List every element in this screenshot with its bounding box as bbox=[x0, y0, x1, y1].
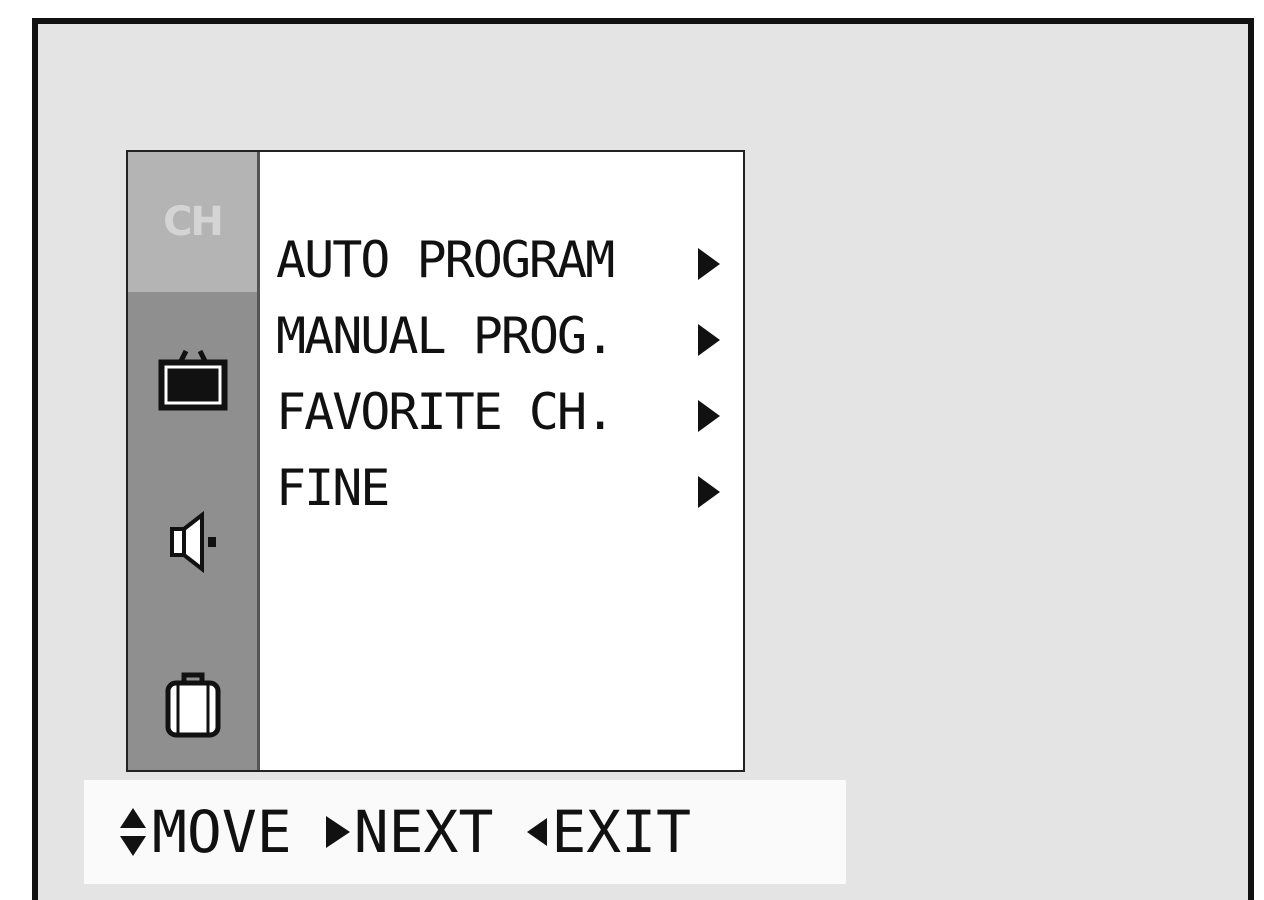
picture-icon bbox=[158, 349, 227, 411]
help-bar: MOVE NEXT EXIT bbox=[84, 780, 846, 884]
up-down-arrow-icon bbox=[120, 808, 146, 856]
osd-menu: CH AUTO PROGRAM MANUAL PROG. FAVORITE CH… bbox=[126, 150, 745, 772]
menu-item-label: AUTO PROGRAM bbox=[276, 231, 615, 289]
sidebar-item-picture[interactable] bbox=[128, 322, 257, 442]
help-next-label: NEXT bbox=[353, 798, 494, 866]
help-exit-label: EXIT bbox=[551, 798, 692, 866]
menu-item-label: FAVORITE CH. bbox=[276, 383, 615, 441]
arrow-right-icon bbox=[698, 400, 720, 432]
help-next: NEXT bbox=[325, 798, 494, 866]
sidebar-item-ch[interactable]: CH bbox=[128, 152, 257, 292]
menu-item-manual-prog[interactable]: MANUAL PROG. bbox=[276, 298, 736, 374]
menu-item-favorite-ch[interactable]: FAVORITE CH. bbox=[276, 374, 736, 450]
osd-sidebar: CH bbox=[128, 152, 260, 770]
help-exit: EXIT bbox=[527, 798, 691, 866]
speaker-icon bbox=[169, 510, 216, 574]
arrow-right-icon bbox=[325, 816, 350, 848]
arrow-right-icon bbox=[698, 248, 720, 280]
menu-item-fine[interactable]: FINE bbox=[276, 450, 736, 526]
lock-icon bbox=[165, 672, 220, 738]
arrow-right-icon bbox=[698, 476, 720, 508]
menu-item-auto-program[interactable]: AUTO PROGRAM bbox=[276, 222, 736, 298]
arrow-left-icon bbox=[527, 818, 548, 846]
ch-icon: CH bbox=[163, 199, 224, 245]
arrow-right-icon bbox=[698, 324, 720, 356]
tv-screen: CH AUTO PROGRAM MANUAL PROG. FAVORITE CH… bbox=[32, 18, 1254, 900]
help-move: MOVE bbox=[118, 798, 292, 866]
help-move-label: MOVE bbox=[152, 798, 292, 866]
menu-list: AUTO PROGRAM MANUAL PROG. FAVORITE CH. F… bbox=[276, 222, 736, 526]
menu-item-label: FINE bbox=[276, 459, 390, 517]
sidebar-item-lock[interactable] bbox=[128, 642, 257, 762]
menu-item-label: MANUAL PROG. bbox=[276, 307, 615, 365]
sidebar-item-sound[interactable] bbox=[128, 482, 257, 602]
